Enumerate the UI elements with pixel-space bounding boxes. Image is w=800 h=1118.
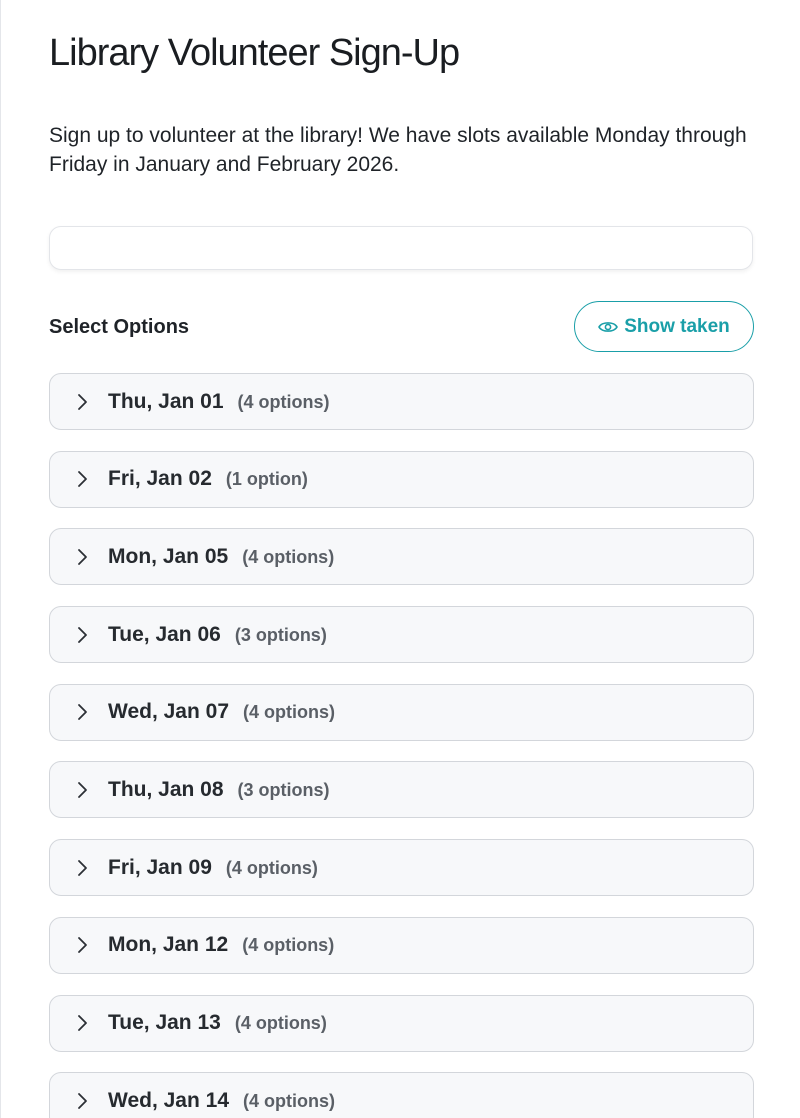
chevron-right-icon (78, 548, 87, 565)
date-label: Fri, Jan 02 (108, 467, 212, 491)
chevron-right-icon (78, 782, 87, 798)
date-label: Fri, Jan 09 (108, 855, 212, 879)
date-label: Tue, Jan 06 (108, 622, 221, 646)
eye-icon (598, 321, 619, 332)
date-label-wrap: Wed, Jan 07 (4 options) (108, 700, 335, 724)
chevron-right-icon (78, 704, 87, 721)
date-label: Wed, Jan 07 (108, 700, 229, 724)
chevron-right-icon (78, 1092, 87, 1109)
date-label: Thu, Jan 01 (108, 389, 224, 413)
option-count: (3 options) (234, 624, 327, 645)
date-row[interactable]: Tue, Jan 13 (4 options) (49, 994, 754, 1052)
date-row[interactable]: Fri, Jan 09 (4 options) (49, 839, 754, 897)
date-label: Wed, Jan 14 (108, 1088, 229, 1112)
section-title: Select Options (49, 316, 190, 338)
date-label-wrap: Thu, Jan 01 (4 options) (108, 390, 330, 414)
option-count: (4 options) (234, 1013, 327, 1033)
chevron-right-icon (78, 393, 87, 410)
date-label-wrap: Fri, Jan 09 (4 options) (108, 856, 318, 880)
date-label-wrap: Thu, Jan 08 (3 options) (108, 778, 330, 802)
date-row[interactable]: Thu, Jan 01 (4 options) (49, 373, 754, 430)
date-label-wrap: Tue, Jan 06 (3 options) (108, 623, 327, 647)
date-label-wrap: Mon, Jan 05 (4 options) (108, 545, 334, 569)
signup-page: Library Volunteer Sign-Up Sign up to vol… (0, 0, 800, 1118)
option-count: (1 option) (225, 469, 308, 490)
chevron-right-icon (78, 859, 87, 876)
chevron-right-icon (78, 471, 87, 488)
date-row[interactable]: Fri, Jan 02 (1 option) (49, 450, 754, 508)
option-count: (4 options) (242, 546, 335, 567)
page-description: Sign up to volunteer at the library! We … (49, 124, 747, 176)
date-row[interactable]: Tue, Jan 06 (3 options) (49, 606, 754, 664)
date-row[interactable]: Wed, Jan 07 (4 options) (49, 683, 754, 741)
show-taken-button[interactable]: Show taken (574, 301, 754, 352)
chevron-right-icon (78, 937, 87, 954)
date-label-wrap: Wed, Jan 14 (4 options) (108, 1089, 335, 1113)
option-count: (4 options) (237, 391, 330, 412)
search-input[interactable] (49, 226, 753, 270)
date-label: Thu, Jan 08 (108, 777, 224, 801)
page-title: Library Volunteer Sign-Up (49, 32, 460, 74)
date-row[interactable]: Mon, Jan 05 (4 options) (49, 528, 754, 586)
date-label: Tue, Jan 13 (108, 1011, 221, 1034)
chevron-right-icon (78, 1015, 87, 1031)
option-count: (4 options) (243, 702, 335, 723)
date-label-wrap: Tue, Jan 13 (4 options) (108, 1011, 327, 1035)
show-taken-label: Show taken (624, 315, 730, 337)
date-row[interactable]: Thu, Jan 08 (3 options) (49, 761, 754, 819)
chevron-right-icon (78, 626, 87, 643)
date-label-wrap: Mon, Jan 12 (4 options) (108, 933, 334, 957)
date-list: Thu, Jan 01 (4 options) Fri, Jan 02 (1 opt… (49, 373, 754, 1118)
option-count: (3 options) (237, 779, 330, 800)
date-label: Mon, Jan 05 (108, 544, 229, 568)
date-row[interactable]: Mon, Jan 12 (4 options) (49, 916, 754, 974)
option-count: (4 options) (225, 857, 318, 878)
option-count: (4 options) (242, 935, 335, 956)
date-label-wrap: Fri, Jan 02 (1 option) (108, 467, 308, 491)
option-count: (4 options) (243, 1090, 335, 1111)
date-label: Mon, Jan 12 (108, 933, 229, 957)
date-row[interactable]: Wed, Jan 14 (4 options) (49, 1072, 754, 1118)
